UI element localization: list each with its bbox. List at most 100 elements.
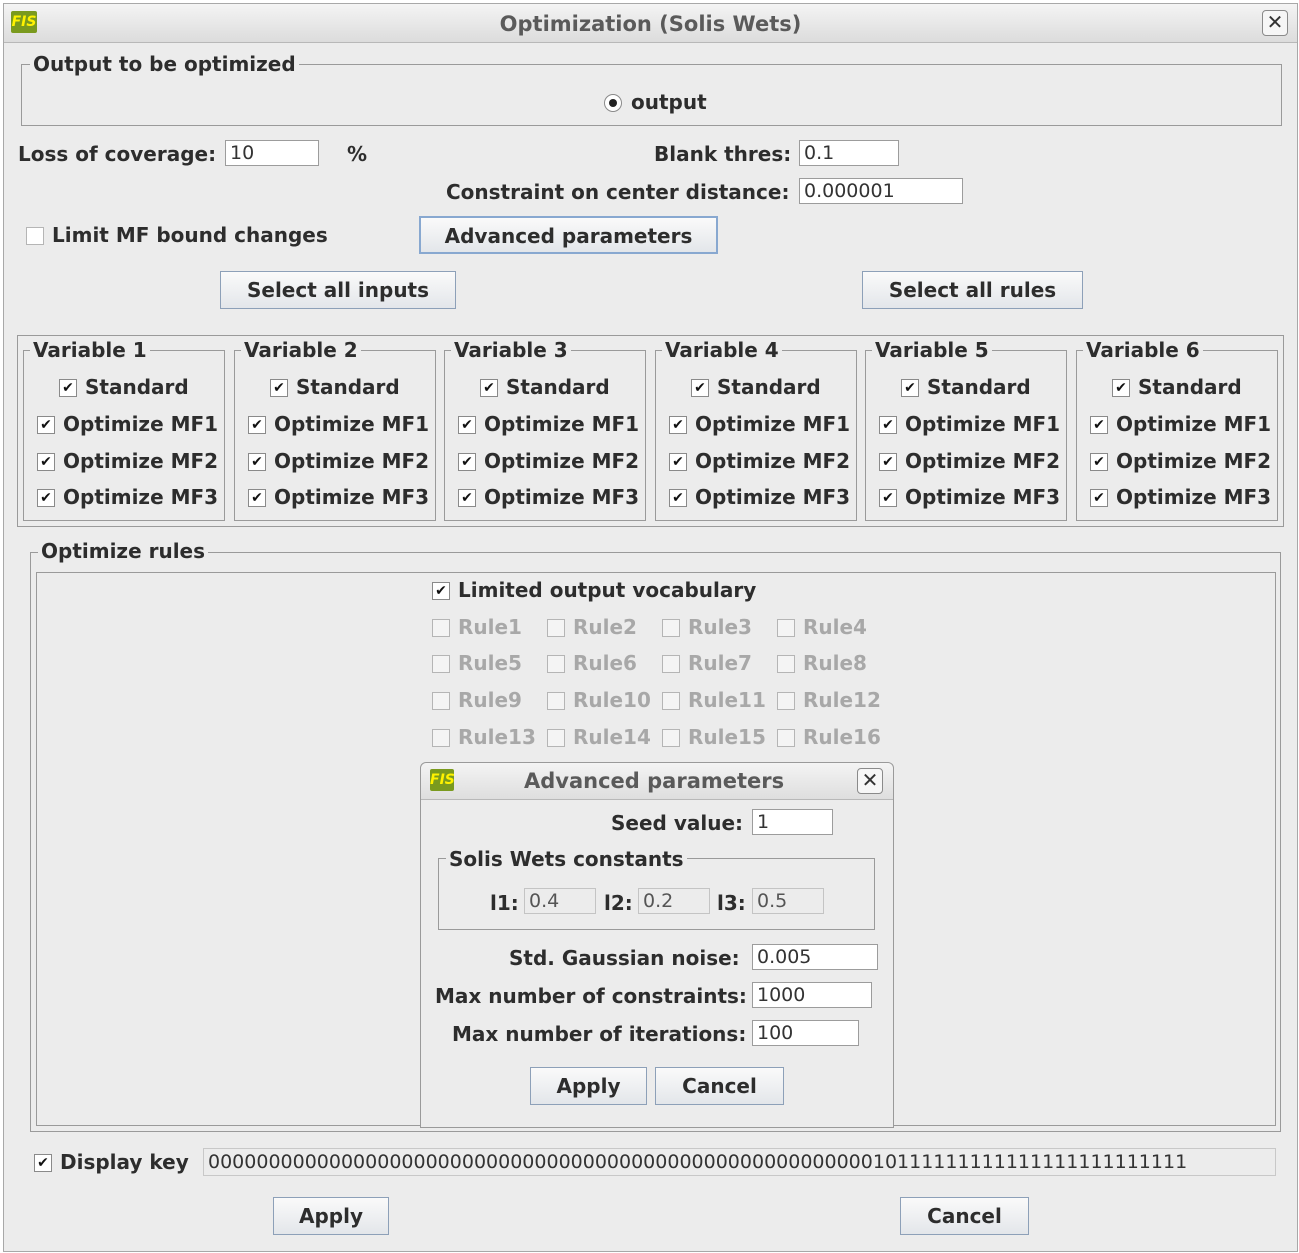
variable-1-mf1-checkbox[interactable]: ✔	[37, 416, 55, 434]
constraints-label: Max number of constraints:	[435, 984, 747, 1008]
variable-1-mf3-checkbox[interactable]: ✔	[37, 489, 55, 507]
variable-1-mf2-label: Optimize MF2	[63, 449, 219, 473]
rule-label: Rule12	[803, 688, 881, 712]
advanced-parameters-dialog: FIS Advanced parameters ✕ Seed value: 1 …	[420, 762, 894, 1128]
rule-label: Rule3	[688, 615, 752, 639]
window-title: Optimization (Solis Wets)	[499, 12, 802, 36]
percent-unit: %	[347, 142, 368, 166]
variable-4-standard-checkbox[interactable]: ✔	[691, 379, 709, 397]
blank-thres-input[interactable]: 0.1	[799, 140, 899, 166]
close-icon[interactable]: ✕	[1262, 10, 1288, 36]
rule-label: Rule5	[458, 651, 522, 675]
variable-5-mf3-label: Optimize MF3	[905, 485, 1061, 509]
noise-input[interactable]: 0.005	[752, 944, 878, 970]
variable-3-mf1-checkbox[interactable]: ✔	[458, 416, 476, 434]
rule-label: Rule1	[458, 615, 522, 639]
limit-mf-checkbox[interactable]	[26, 227, 44, 245]
output-radio-label: output	[631, 90, 707, 114]
variable-3-mf3-checkbox[interactable]: ✔	[458, 489, 476, 507]
dialog-close-icon[interactable]: ✕	[857, 768, 883, 794]
rule-checkbox[interactable]	[432, 692, 450, 710]
variable-4-mf1-label: Optimize MF1	[695, 412, 851, 436]
variable-6-standard-checkbox[interactable]: ✔	[1112, 379, 1130, 397]
rule-label: Rule4	[803, 615, 867, 639]
rule-checkbox[interactable]	[777, 655, 795, 673]
l3-label: l3:	[717, 891, 746, 915]
limited-vocab-checkbox[interactable]: ✔	[432, 582, 450, 600]
variable-5-standard-label: Standard	[927, 375, 1031, 399]
output-radio[interactable]	[604, 94, 622, 112]
variable-2-standard-checkbox[interactable]: ✔	[270, 379, 288, 397]
rule-label: Rule2	[573, 615, 637, 639]
variable-1-standard-label: Standard	[85, 375, 189, 399]
rule-checkbox[interactable]	[777, 729, 795, 747]
variable-2-mf1-checkbox[interactable]: ✔	[248, 416, 266, 434]
seed-label: Seed value:	[611, 811, 744, 835]
variable-2-mf1-label: Optimize MF1	[274, 412, 430, 436]
display-key-field: 0000000000000000000000000000000000000000…	[203, 1148, 1276, 1176]
select-all-rules-button[interactable]: Select all rules	[862, 271, 1083, 309]
variable-2-mf3-checkbox[interactable]: ✔	[248, 489, 266, 507]
constraints-input[interactable]: 1000	[752, 982, 872, 1008]
rule-checkbox[interactable]	[547, 692, 565, 710]
dialog-cancel-button[interactable]: Cancel	[655, 1067, 784, 1105]
variable-5-mf1-checkbox[interactable]: ✔	[879, 416, 897, 434]
variable-6-mf2-checkbox[interactable]: ✔	[1090, 453, 1108, 471]
apply-button[interactable]: Apply	[273, 1197, 389, 1235]
fis-app-icon: FIS	[430, 769, 455, 791]
rule-checkbox[interactable]	[547, 655, 565, 673]
rule-checkbox[interactable]	[662, 692, 680, 710]
center-distance-input[interactable]: 0.000001	[799, 178, 963, 204]
rule-checkbox[interactable]	[547, 729, 565, 747]
variable-4-mf2-checkbox[interactable]: ✔	[669, 453, 687, 471]
rule-checkbox[interactable]	[432, 729, 450, 747]
solis-wets-legend: Solis Wets constants	[446, 847, 687, 871]
rule-label: Rule16	[803, 725, 881, 749]
rule-checkbox[interactable]	[432, 655, 450, 673]
variable-6-mf2-label: Optimize MF2	[1116, 449, 1272, 473]
cancel-button[interactable]: Cancel	[900, 1197, 1029, 1235]
l2-input[interactable]: 0.2	[638, 888, 710, 914]
rule-label: Rule11	[688, 688, 766, 712]
rule-checkbox[interactable]	[662, 655, 680, 673]
rule-checkbox[interactable]	[547, 619, 565, 637]
select-all-inputs-button[interactable]: Select all inputs	[220, 271, 456, 309]
dialog-title-bar: FIS Advanced parameters ✕	[421, 763, 893, 800]
rule-checkbox[interactable]	[662, 619, 680, 637]
rule-checkbox[interactable]	[432, 619, 450, 637]
display-key-checkbox[interactable]: ✔	[34, 1154, 52, 1172]
variable-2-mf2-checkbox[interactable]: ✔	[248, 453, 266, 471]
variable-6-mf1-checkbox[interactable]: ✔	[1090, 416, 1108, 434]
variable-3-standard-checkbox[interactable]: ✔	[480, 379, 498, 397]
variable-3-mf1-label: Optimize MF1	[484, 412, 640, 436]
iterations-input[interactable]: 100	[752, 1020, 859, 1046]
variable-4-mf3-label: Optimize MF3	[695, 485, 851, 509]
variable-6-legend: Variable 6	[1083, 338, 1203, 362]
variable-4-mf2-label: Optimize MF2	[695, 449, 851, 473]
variable-5-standard-checkbox[interactable]: ✔	[901, 379, 919, 397]
variable-5-mf2-checkbox[interactable]: ✔	[879, 453, 897, 471]
l1-label: l1:	[490, 891, 519, 915]
l1-input[interactable]: 0.4	[524, 888, 596, 914]
variable-1-mf2-checkbox[interactable]: ✔	[37, 453, 55, 471]
variable-6-mf3-checkbox[interactable]: ✔	[1090, 489, 1108, 507]
l3-input[interactable]: 0.5	[752, 888, 824, 914]
rule-checkbox[interactable]	[777, 619, 795, 637]
rules-group-legend: Optimize rules	[38, 539, 209, 563]
rule-label: Rule8	[803, 651, 867, 675]
advanced-parameters-button[interactable]: Advanced parameters	[419, 216, 718, 254]
rule-checkbox[interactable]	[777, 692, 795, 710]
rule-label: Rule14	[573, 725, 651, 749]
dialog-apply-button[interactable]: Apply	[530, 1067, 647, 1105]
variable-4-mf1-checkbox[interactable]: ✔	[669, 416, 687, 434]
seed-input[interactable]: 1	[752, 809, 833, 835]
variable-5-mf3-checkbox[interactable]: ✔	[879, 489, 897, 507]
loss-coverage-input[interactable]: 10	[225, 140, 319, 166]
variable-6-mf3-label: Optimize MF3	[1116, 485, 1272, 509]
limit-mf-label: Limit MF bound changes	[52, 223, 328, 247]
variable-3-mf2-checkbox[interactable]: ✔	[458, 453, 476, 471]
variable-4-mf3-checkbox[interactable]: ✔	[669, 489, 687, 507]
limited-vocab-label: Limited output vocabulary	[458, 578, 757, 602]
rule-checkbox[interactable]	[662, 729, 680, 747]
variable-1-standard-checkbox[interactable]: ✔	[59, 379, 77, 397]
